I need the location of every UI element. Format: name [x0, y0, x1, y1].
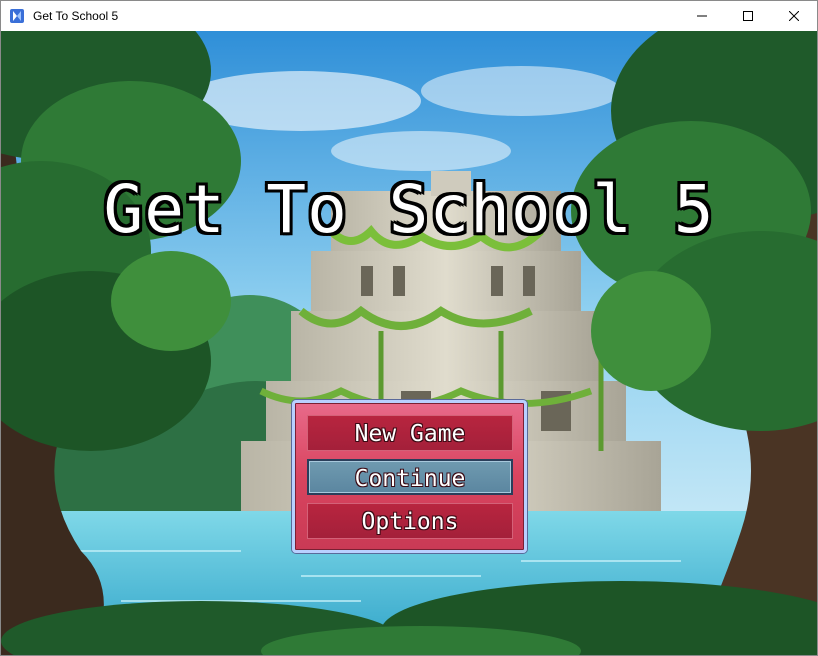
- rpg-maker-app-icon: [10, 9, 24, 23]
- maximize-icon: [743, 11, 753, 21]
- continue-button[interactable]: Continue: [307, 459, 513, 495]
- game-window: Get To School 5 Get To School 5 New Game…: [0, 0, 818, 656]
- new-game-button[interactable]: New Game: [307, 415, 513, 451]
- game-title: Get To School 5: [103, 171, 715, 248]
- close-icon: [789, 11, 799, 21]
- jungle-temple-background: [1, 31, 817, 655]
- title-menu: New Game Continue Options: [292, 400, 527, 553]
- title-bar[interactable]: Get To School 5: [1, 1, 817, 31]
- options-button[interactable]: Options: [307, 503, 513, 539]
- close-button[interactable]: [771, 1, 817, 31]
- minimize-icon: [697, 15, 707, 17]
- window-title: Get To School 5: [33, 9, 119, 23]
- minimize-button[interactable]: [679, 1, 725, 31]
- maximize-button[interactable]: [725, 1, 771, 31]
- title-screen: Get To School 5 New Game Continue Option…: [1, 31, 817, 655]
